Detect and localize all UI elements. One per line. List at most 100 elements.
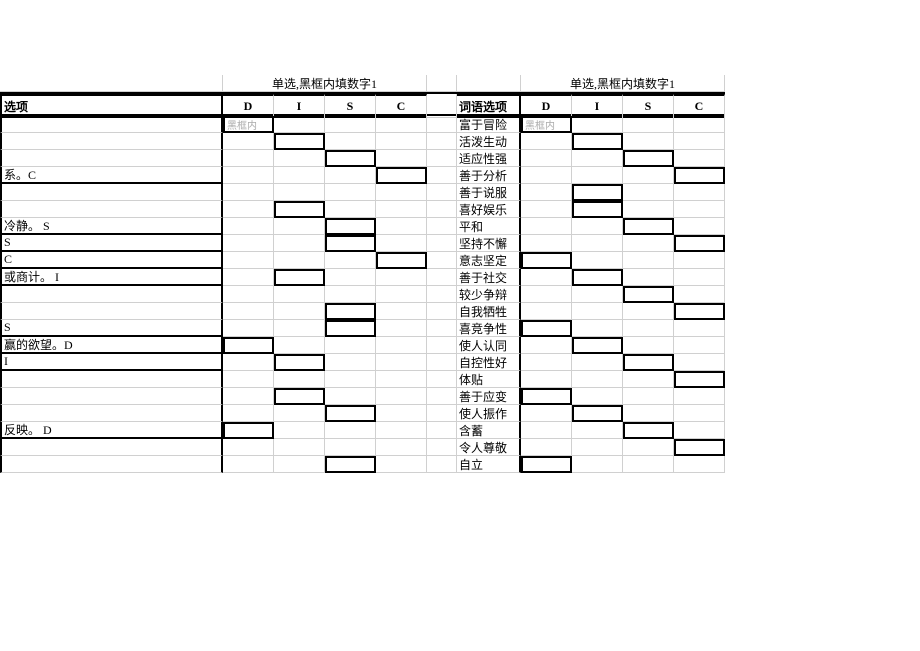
right-disc-cell[interactable] <box>572 201 623 218</box>
right-disc-cell <box>572 439 623 456</box>
right-disc-cell[interactable] <box>623 150 674 167</box>
header-d-left: D <box>223 94 274 118</box>
left-disc-cell <box>376 235 427 252</box>
left-disc-cell[interactable] <box>274 354 325 371</box>
left-disc-cell <box>376 201 427 218</box>
right-disc-cell[interactable] <box>674 371 725 388</box>
gap-cell <box>427 320 457 337</box>
right-disc-cell[interactable] <box>521 252 572 269</box>
table-row: 适应性强 <box>0 150 725 167</box>
left-disc-cell <box>376 354 427 371</box>
left-disc-cell[interactable] <box>274 388 325 405</box>
left-disc-cell <box>325 184 376 201</box>
left-disc-cell[interactable] <box>274 133 325 150</box>
left-disc-cell <box>376 388 427 405</box>
right-disc-cell <box>572 252 623 269</box>
left-disc-cell[interactable] <box>274 201 325 218</box>
instruction-left: 单选,黑框内填数字1 <box>223 75 427 92</box>
right-disc-cell[interactable] <box>623 422 674 439</box>
right-disc-cell <box>521 337 572 354</box>
table-row: 善于应变 <box>0 388 725 405</box>
left-disc-cell[interactable] <box>325 235 376 252</box>
left-disc-cell[interactable] <box>274 269 325 286</box>
left-disc-cell <box>376 303 427 320</box>
left-disc-cell[interactable]: 黑框内 <box>223 116 274 133</box>
right-disc-cell[interactable] <box>623 354 674 371</box>
left-disc-cell <box>274 235 325 252</box>
right-disc-cell[interactable] <box>521 320 572 337</box>
right-disc-cell[interactable] <box>674 167 725 184</box>
right-disc-cell <box>572 116 623 133</box>
right-label-cell: 善于分析 <box>457 167 521 184</box>
left-disc-cell[interactable] <box>325 218 376 235</box>
left-disc-cell[interactable] <box>376 252 427 269</box>
right-label-cell: 令人尊敬 <box>457 439 521 456</box>
data-rows: 黑框内富于冒险黑框内活泼生动适应性强系。C善于分析善于说服喜好娱乐冷静。 S平和… <box>0 116 725 473</box>
left-disc-cell[interactable] <box>325 150 376 167</box>
right-disc-cell <box>623 456 674 473</box>
left-disc-cell <box>274 439 325 456</box>
right-disc-cell <box>521 269 572 286</box>
gap-cell <box>427 133 457 150</box>
right-disc-cell <box>521 167 572 184</box>
right-disc-cell <box>572 320 623 337</box>
left-disc-cell[interactable] <box>325 320 376 337</box>
right-disc-cell[interactable] <box>674 303 725 320</box>
right-label-cell: 喜竞争性 <box>457 320 521 337</box>
spreadsheet-sheet: 单选,黑框内填数字1 单选,黑框内填数字1 选项 D I S C 词语选项 D … <box>0 75 725 473</box>
table-row: 善于说服 <box>0 184 725 201</box>
left-disc-cell <box>376 116 427 133</box>
left-disc-cell[interactable] <box>325 405 376 422</box>
right-disc-cell[interactable] <box>572 337 623 354</box>
right-label-cell: 善于应变 <box>457 388 521 405</box>
right-disc-cell[interactable]: 黑框内 <box>521 116 572 133</box>
table-row: 赢的欲望。D使人认同 <box>0 337 725 354</box>
left-disc-cell[interactable] <box>223 422 274 439</box>
right-disc-cell[interactable] <box>572 184 623 201</box>
table-row: 或商计。 I善于社交 <box>0 269 725 286</box>
left-disc-cell[interactable] <box>376 167 427 184</box>
gap-cell <box>427 405 457 422</box>
left-disc-cell <box>325 133 376 150</box>
left-disc-cell <box>376 371 427 388</box>
left-disc-cell <box>325 354 376 371</box>
right-disc-cell <box>674 388 725 405</box>
right-disc-cell[interactable] <box>572 405 623 422</box>
right-disc-cell[interactable] <box>572 269 623 286</box>
right-disc-cell <box>623 337 674 354</box>
right-label-cell: 善于说服 <box>457 184 521 201</box>
left-disc-cell <box>223 303 274 320</box>
table-row: I自控性好 <box>0 354 725 371</box>
right-disc-cell[interactable] <box>623 218 674 235</box>
right-disc-cell[interactable] <box>674 439 725 456</box>
right-disc-cell <box>572 354 623 371</box>
table-row: 冷静。 S平和 <box>0 218 725 235</box>
right-disc-cell[interactable] <box>674 235 725 252</box>
right-disc-cell[interactable] <box>521 456 572 473</box>
left-disc-cell <box>274 456 325 473</box>
right-disc-cell <box>521 354 572 371</box>
right-disc-cell[interactable] <box>623 286 674 303</box>
left-label-cell: 赢的欲望。D <box>0 337 223 354</box>
right-disc-cell <box>623 252 674 269</box>
left-disc-cell[interactable] <box>325 456 376 473</box>
left-disc-cell <box>223 235 274 252</box>
right-disc-cell[interactable] <box>572 133 623 150</box>
table-row: 自我牺牲 <box>0 303 725 320</box>
gap-cell <box>427 269 457 286</box>
left-label-cell: 冷静。 S <box>0 218 223 235</box>
left-label-cell: 系。C <box>0 167 223 184</box>
header-i-right: I <box>572 94 623 118</box>
gap-cell <box>427 388 457 405</box>
left-disc-cell <box>223 184 274 201</box>
header-option-left: 选项 <box>0 94 223 118</box>
left-disc-cell[interactable] <box>325 303 376 320</box>
left-label-cell: 或商计。 I <box>0 269 223 286</box>
left-disc-cell[interactable] <box>223 337 274 354</box>
right-disc-cell <box>674 150 725 167</box>
left-disc-cell <box>274 286 325 303</box>
right-disc-cell <box>623 167 674 184</box>
left-disc-cell <box>376 405 427 422</box>
right-disc-cell[interactable] <box>521 388 572 405</box>
header-i-left: I <box>274 94 325 118</box>
